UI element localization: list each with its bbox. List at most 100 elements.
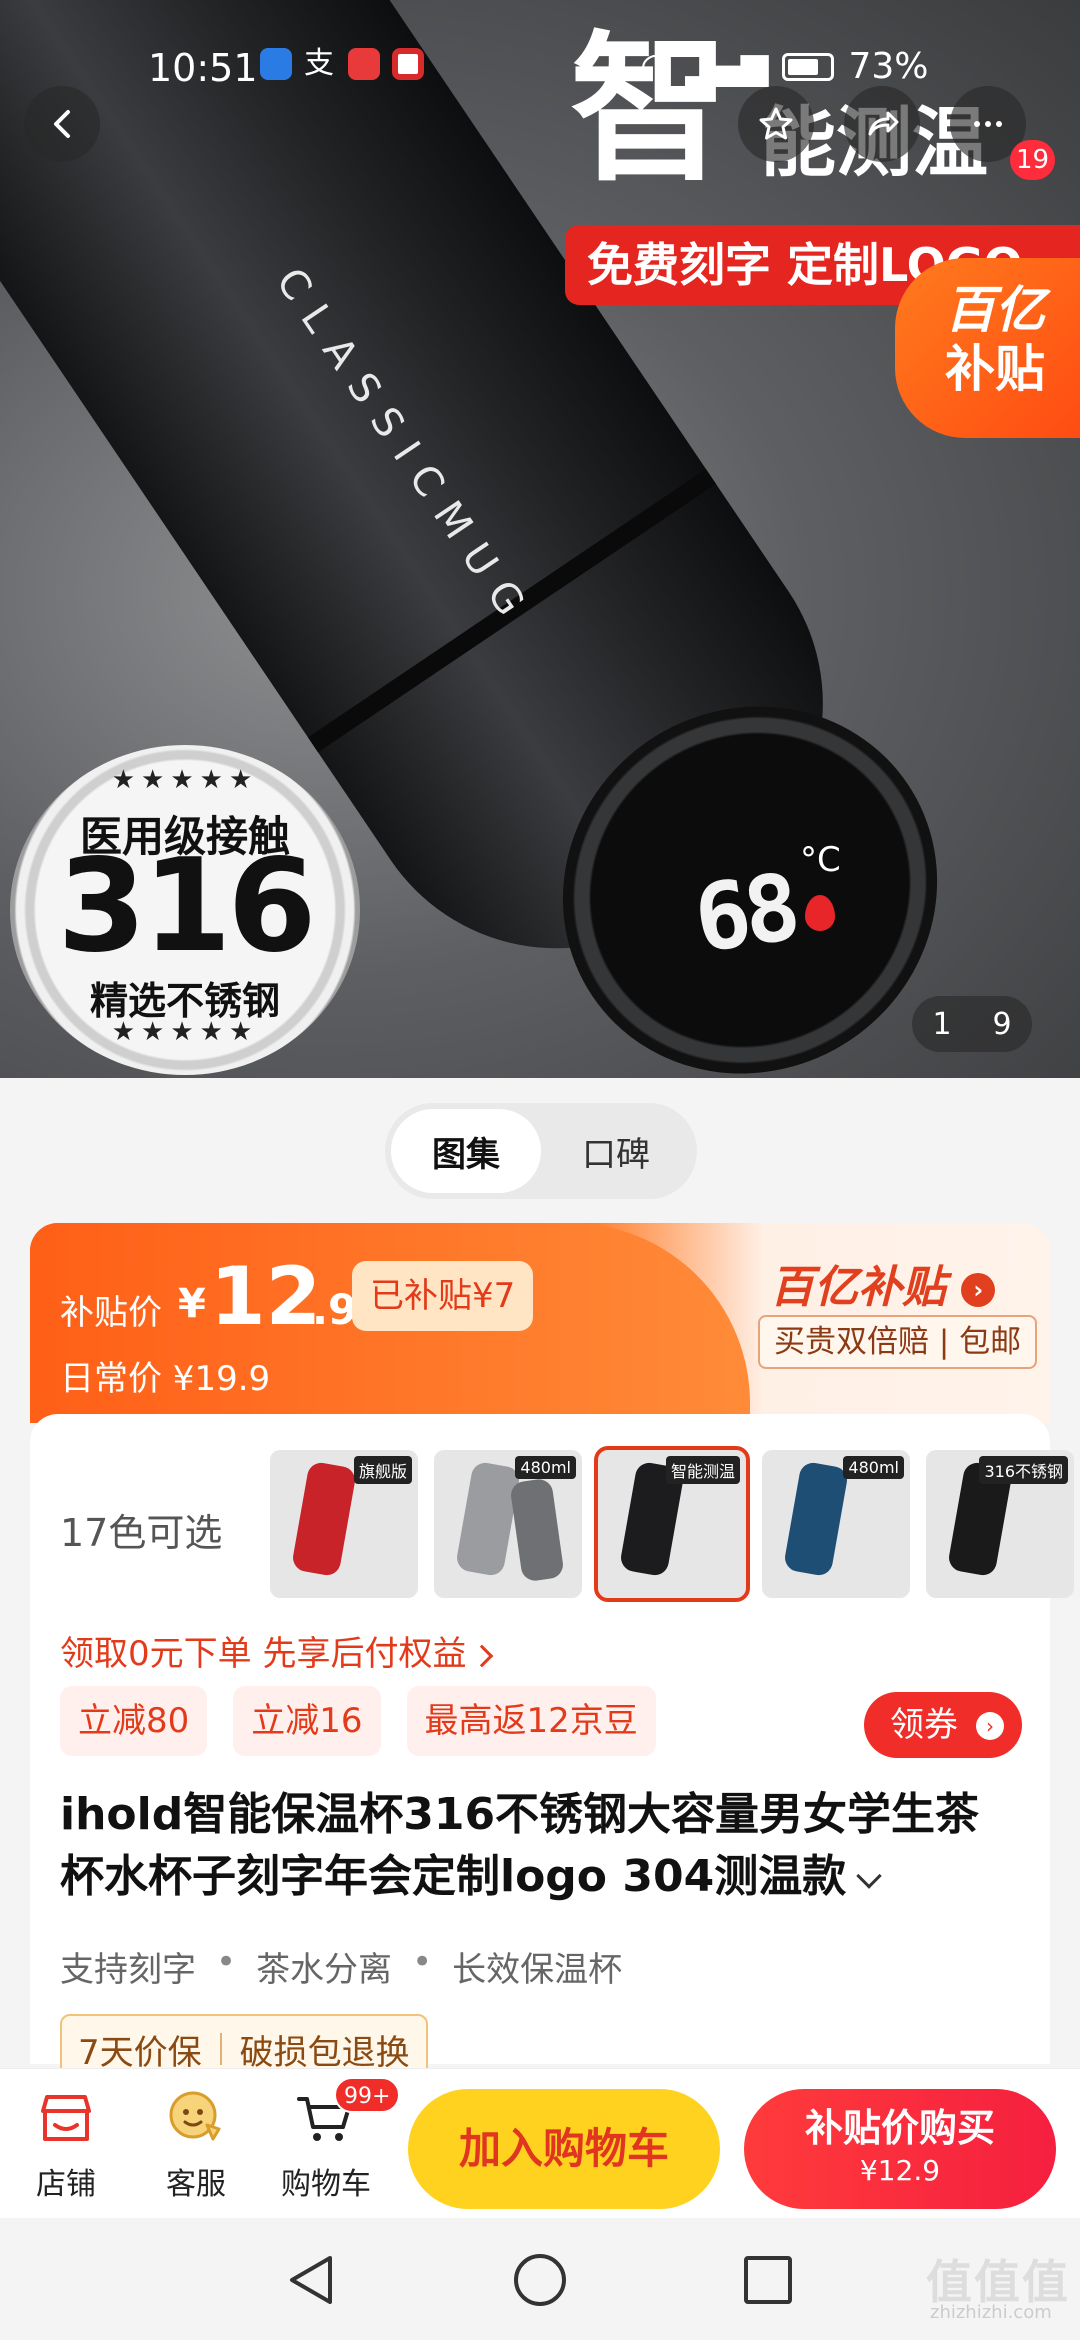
feature-list: 支持刻字 • 茶水分离 • 长效保温杯 (60, 1942, 622, 1991)
image-total: 9 (992, 1006, 1012, 1042)
subsidy-brand-text: 百亿补贴 (770, 1262, 946, 1313)
unicom-icon (392, 48, 424, 80)
image-index: 1 (932, 1006, 952, 1042)
subsidy-badge-line2: 补贴 (945, 340, 1045, 398)
temperature-unit: °C (800, 840, 841, 880)
image-counter: 1 9 (912, 996, 1032, 1052)
pay-later-text: 领取0元下单 先享后付权益 (60, 1634, 467, 1674)
favorite-button[interactable] (738, 86, 814, 162)
color-thumbnail[interactable]: 480ml (434, 1450, 582, 1598)
battery-level: 73% (848, 46, 929, 87)
promo-chips: 立减80 立减16 最高返12京豆 (60, 1686, 656, 1756)
product-title-text: ihold智能保温杯316不锈钢大容量男女学生茶杯水杯子刻字年会定制logo 3… (60, 1789, 980, 1902)
product-info-card: 17色可选 旗舰版 480ml 智能测温 480ml 316不锈钢 领取0元下单… (30, 1414, 1074, 2084)
status-bar: 10:51 支 ◠ ▂▄▆ 73% (0, 0, 1080, 90)
color-thumbnail[interactable]: 316不锈钢 (926, 1450, 1074, 1598)
thumb-bottle (454, 1460, 522, 1578)
coupon-label: 领券 (890, 1705, 958, 1745)
color-thumbnail-selected[interactable]: 智能测温 (594, 1446, 750, 1602)
subsidy-brand-link[interactable]: 百亿补贴 › (770, 1251, 996, 1315)
product-title[interactable]: ihold智能保温杯316不锈钢大容量男女学生茶杯水杯子刻字年会定制logo 3… (60, 1784, 1020, 1908)
customer-service-icon (169, 2091, 221, 2141)
system-back-icon[interactable] (284, 2252, 336, 2308)
thumb-tag: 智能测温 (665, 1456, 740, 1484)
product-hero-image[interactable]: CLASSICMUG 68 °C 智 能测温 免费刻字 定制LOGO 百亿 补贴… (0, 0, 1080, 1078)
subsidy-saved-tag: 已补贴¥7 (352, 1261, 534, 1331)
store-button[interactable]: 店铺 (6, 2085, 126, 2203)
customer-service-label: 客服 (166, 2167, 226, 2202)
thumb-tag: 480ml (515, 1456, 576, 1479)
system-navigation-bar (0, 2218, 1080, 2340)
status-right: ◠ ▂▄▆ 73% (640, 46, 929, 87)
promo-chip[interactable]: 立减16 (233, 1686, 381, 1756)
gallery-tabs: 图集 口碑 (385, 1103, 697, 1199)
cart-label: 购物车 (281, 2167, 371, 2202)
buy-now-label: 补贴价购买 (804, 2106, 995, 2150)
seal-stars-icon: ★★★★★ (111, 765, 259, 795)
feature-item: 长效保温杯 (452, 1950, 623, 1990)
customer-service-button[interactable]: 客服 (136, 2085, 256, 2203)
price-guarantee: 买贵双倍赔 | 包邮 (758, 1315, 1038, 1369)
system-recents-icon[interactable] (744, 2256, 792, 2304)
guarantee-item: 破损包退换 (239, 2032, 410, 2073)
get-coupon-button[interactable]: 领券 › (864, 1692, 1022, 1758)
seal-number: 316 (57, 832, 316, 981)
share-button[interactable] (844, 86, 920, 162)
color-thumbnails: 旗舰版 480ml 智能测温 480ml 316不锈钢 (270, 1446, 1074, 1602)
add-to-cart-button[interactable]: 加入购物车 (408, 2089, 720, 2209)
back-arrow-icon (54, 110, 70, 138)
subsidy-badge-line1: 百亿 (945, 281, 1045, 339)
color-thumbnail[interactable]: 旗舰版 (270, 1450, 418, 1598)
daily-price: 日常价 ¥19.9 (60, 1359, 271, 1399)
message-badge: 19 (1010, 140, 1056, 180)
tab-reviews[interactable]: 口碑 (541, 1109, 691, 1193)
chevron-right-icon: › (961, 1273, 996, 1307)
system-home-icon[interactable] (514, 2254, 566, 2306)
pay-later-link[interactable]: 领取0元下单 先享后付权益 (60, 1626, 494, 1675)
app-notification-icon (260, 48, 292, 80)
battery-icon (782, 52, 835, 81)
promo-chip[interactable]: 最高返12京豆 (406, 1686, 656, 1756)
book-icon (348, 48, 380, 80)
chevron-right-icon: › (976, 1712, 1004, 1740)
cart-count-badge: 99+ (334, 2077, 401, 2113)
chevron-right-icon (471, 1644, 494, 1667)
store-label: 店铺 (36, 2167, 96, 2202)
cart-button[interactable]: 99+ 购物车 (266, 2077, 401, 2203)
buy-now-price: ¥12.9 (859, 2154, 941, 2187)
price-decimal: .9 (312, 1285, 358, 1334)
product-page: CLASSICMUG 68 °C 智 能测温 免费刻字 定制LOGO 百亿 补贴… (0, 0, 1080, 2340)
color-thumbnail[interactable]: 480ml (762, 1450, 910, 1598)
bottom-action-bar: 店铺 客服 99+ 购物车 加入购物车 补贴价购买 ¥12.9 (0, 2068, 1080, 2218)
alipay-icon: 支 (304, 46, 334, 81)
guarantee-separator (219, 2033, 222, 2065)
thumb-tag: 480ml (843, 1456, 904, 1479)
status-app-icons: 支 (260, 48, 424, 80)
promo-chip[interactable]: 立减80 (60, 1686, 208, 1756)
buy-now-button[interactable]: 补贴价购买 ¥12.9 (744, 2089, 1056, 2209)
signal-icon: ▂▄▆ (685, 46, 769, 87)
subsidy-badge: 百亿 补贴 (895, 258, 1080, 438)
more-icon (974, 121, 1002, 127)
thumb-tag: 316不锈钢 (979, 1456, 1068, 1484)
guarantee-item: 7天价保 (78, 2032, 202, 2073)
red-drop-icon (805, 895, 835, 931)
tab-gallery[interactable]: 图集 (391, 1109, 541, 1193)
material-seal: ★★★★★ 医用级接触 316 精选不锈钢 ★★★★★ (10, 745, 360, 1075)
thumb-bottle (290, 1460, 358, 1578)
share-icon (868, 111, 899, 136)
feature-separator: • (412, 1942, 433, 1982)
colors-count[interactable]: 17色可选 (60, 1502, 222, 1557)
watermark-url: zhizhizhi.com (930, 2302, 1052, 2323)
subsidy-price-label: 补贴价 (60, 1293, 162, 1333)
feature-separator: • (216, 1942, 237, 1982)
thumb-tag: 旗舰版 (353, 1456, 412, 1484)
feature-item: 茶水分离 (256, 1950, 393, 1990)
currency-symbol: ¥ (178, 1281, 206, 1327)
status-time: 10:51 (148, 46, 258, 90)
chevron-down-icon (856, 1863, 882, 1889)
thumb-bottle (782, 1460, 850, 1578)
price-card: 补贴价 ¥ 12 .9 已补贴¥7 日常价 ¥19.9 百亿补贴 › 买贵双倍赔… (30, 1223, 1050, 1423)
back-button[interactable] (24, 86, 100, 162)
store-icon (41, 2095, 91, 2141)
